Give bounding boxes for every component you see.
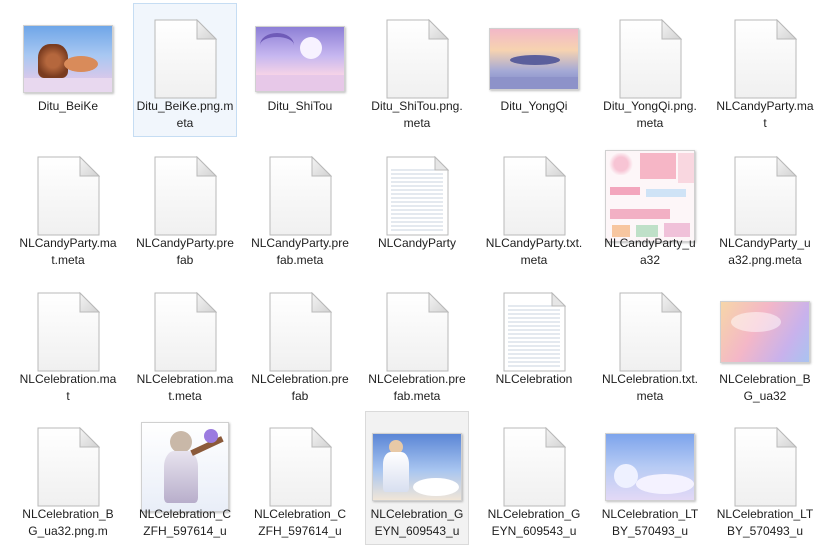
file-name-label: NLCelebration.txt.meta — [601, 372, 699, 403]
image-thumbnail-geyn — [372, 422, 462, 512]
file-item[interactable]: NLCandyParty_ua32 — [598, 140, 702, 274]
file-item[interactable]: Ditu_ShiTou — [248, 3, 352, 137]
file-item[interactable]: NLCelebration.mat — [16, 276, 120, 410]
file-grid: Ditu_BeiKe Ditu_BeiKe.png.meta Ditu_ShiTou… — [0, 0, 818, 545]
file-item[interactable]: NLCandyParty.mat — [713, 3, 817, 137]
file-name-label: NLCelebration.prefab — [251, 372, 349, 403]
blank-file-icon — [255, 151, 345, 241]
image-thumbnail-ltby — [605, 422, 695, 512]
file-item[interactable]: NLCelebration_LTBY_570493_u — [713, 411, 817, 545]
file-item[interactable]: NLCelebration_CZFH_597614_u — [248, 411, 352, 545]
blank-file-icon — [255, 422, 345, 512]
blank-file-icon — [23, 151, 113, 241]
file-name-label: Ditu_ShiTou.png.meta — [371, 99, 463, 130]
file-item[interactable]: NLCelebration_BG_ua32.png.m — [16, 411, 120, 545]
blank-file-icon — [372, 14, 462, 104]
file-name-label: NLCandyParty_ua32 — [604, 236, 696, 267]
file-item[interactable]: Ditu_BeiKe.png.meta — [133, 3, 237, 137]
file-name-label: Ditu_BeiKe.png.meta — [136, 99, 234, 130]
blank-file-icon — [23, 287, 113, 377]
image-thumbnail-beike — [23, 14, 113, 104]
image-thumbnail-candy-atlas — [605, 150, 695, 242]
file-item[interactable]: Ditu_BeiKe — [16, 3, 120, 137]
file-name-label: NLCandyParty.txt.meta — [485, 236, 583, 267]
file-item[interactable]: NLCandyParty.prefab.meta — [248, 140, 352, 274]
file-item[interactable]: Ditu_ShiTou.png.meta — [365, 3, 469, 137]
file-name-label: NLCandyParty.mat — [716, 99, 814, 130]
file-name-label: NLCelebration_GEYN_609543_u — [370, 507, 464, 538]
file-item[interactable]: Ditu_YongQi.png.meta — [598, 3, 702, 137]
blank-file-icon — [140, 14, 230, 104]
file-name-label: NLCelebration_BG_ua32.png.m — [22, 507, 114, 538]
blank-file-icon — [255, 287, 345, 377]
file-item[interactable]: NLCelebration.prefab.meta — [365, 276, 469, 410]
file-name-label: NLCelebration.prefab.meta — [368, 372, 466, 403]
image-thumbnail-shitou — [255, 14, 345, 104]
blank-file-icon — [605, 287, 695, 377]
file-name-label: NLCelebration — [495, 372, 573, 386]
file-item[interactable]: NLCelebration.txt.meta — [598, 276, 702, 410]
file-name-label: NLCandyParty.mat.meta — [19, 236, 117, 267]
blank-file-icon — [720, 14, 810, 104]
file-name-label: Ditu_YongQi — [500, 99, 568, 113]
blank-file-icon — [720, 422, 810, 512]
file-item[interactable]: NLCelebration_GEYN_609543_u — [365, 411, 469, 545]
file-item[interactable]: NLCandyParty — [365, 140, 469, 274]
file-item[interactable]: NLCelebration_BG_ua32 — [713, 276, 817, 410]
text-file-icon — [489, 287, 579, 377]
file-item[interactable]: NLCandyParty_ua32.png.meta — [713, 140, 817, 274]
blank-file-icon — [489, 151, 579, 241]
blank-file-icon — [489, 422, 579, 512]
blank-file-icon — [720, 151, 810, 241]
file-name-label: NLCelebration_GEYN_609543_u — [487, 507, 581, 538]
file-name-label: NLCelebration_BG_ua32 — [719, 372, 811, 403]
file-item[interactable]: NLCelebration_LTBY_570493_u — [598, 411, 702, 545]
file-item[interactable]: NLCandyParty.prefab — [133, 140, 237, 274]
file-item[interactable]: Ditu_YongQi — [482, 3, 586, 137]
image-thumbnail-celebration-bg — [720, 287, 810, 377]
file-item[interactable]: NLCelebration.prefab — [248, 276, 352, 410]
blank-file-icon — [605, 14, 695, 104]
file-item[interactable]: NLCelebration — [482, 276, 586, 410]
file-name-label: NLCandyParty.prefab.meta — [251, 236, 349, 267]
image-thumbnail-czfh — [140, 422, 230, 512]
file-name-label: Ditu_ShiTou — [267, 99, 333, 113]
file-name-label: NLCelebration_LTBY_570493_u — [716, 507, 814, 538]
file-item[interactable]: NLCelebration_CZFH_597614_u — [133, 411, 237, 545]
blank-file-icon — [23, 422, 113, 512]
file-item[interactable]: NLCelebration.mat.meta — [133, 276, 237, 410]
file-name-label: NLCelebration_LTBY_570493_u — [601, 507, 699, 538]
file-name-label: NLCelebration.mat — [19, 372, 117, 403]
file-name-label: NLCandyParty.prefab — [136, 236, 234, 267]
blank-file-icon — [140, 287, 230, 377]
blank-file-icon — [140, 151, 230, 241]
file-name-label: NLCelebration.mat.meta — [136, 372, 234, 403]
file-name-label: NLCelebration_CZFH_597614_u — [138, 507, 232, 538]
file-name-label: NLCandyParty — [377, 236, 457, 250]
blank-file-icon — [372, 287, 462, 377]
file-item[interactable]: NLCandyParty.txt.meta — [482, 140, 586, 274]
file-name-label: Ditu_BeiKe — [37, 99, 99, 113]
file-item[interactable]: NLCelebration_GEYN_609543_u — [482, 411, 586, 545]
file-name-label: NLCelebration_CZFH_597614_u — [253, 507, 347, 538]
file-name-label: NLCandyParty_ua32.png.meta — [719, 236, 811, 267]
image-thumbnail-yongqi — [489, 14, 579, 104]
text-file-icon — [372, 151, 462, 241]
file-name-label: Ditu_YongQi.png.meta — [603, 99, 697, 130]
file-item[interactable]: NLCandyParty.mat.meta — [16, 140, 120, 274]
